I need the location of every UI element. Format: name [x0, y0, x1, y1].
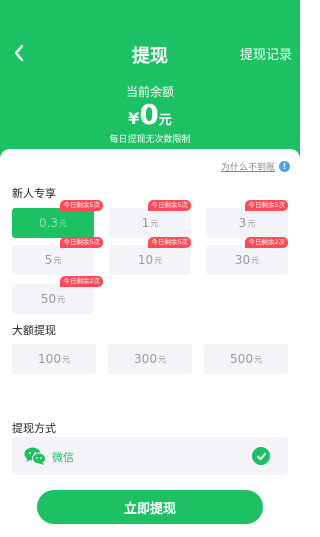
amount-option-3[interactable]: 3元: [206, 208, 288, 238]
amount-value: 100: [38, 352, 61, 366]
payment-method-wechat[interactable]: 微信: [12, 437, 288, 475]
amount-option-300[interactable]: 300 元: [108, 344, 192, 374]
amount-unit: 元: [157, 354, 166, 364]
amount-value: 50: [40, 292, 57, 306]
amount-option-0-3[interactable]: 0.3 元: [12, 208, 94, 238]
newbie-section-title: 新人专享: [12, 187, 56, 200]
remaining-badge: 今日剩余2次: [60, 276, 103, 287]
amount-unit: 元: [251, 255, 260, 265]
currency-symbol: ¥: [128, 109, 140, 128]
amount-unit: 元: [150, 218, 159, 228]
amount-unit: 元: [57, 294, 66, 304]
checkmark-icon: [252, 447, 270, 465]
amount-unit: 元: [59, 218, 68, 228]
withdraw-now-button[interactable]: 立即提现: [37, 490, 263, 524]
balance-value: 0: [139, 98, 159, 131]
exclamation-icon: !: [279, 161, 290, 172]
back-button[interactable]: [8, 40, 30, 66]
amount-value: 0.3: [38, 216, 59, 230]
balance-amount: ¥0元: [0, 98, 300, 131]
large-section-title: 大额提现: [12, 324, 56, 337]
amount-option-100[interactable]: 100 元: [12, 344, 96, 374]
remaining-badge: 今日剩余5次: [60, 200, 103, 211]
amount-unit: 元: [53, 255, 62, 265]
remaining-badge: 今日剩余5次: [148, 237, 191, 248]
amount-option-500[interactable]: 500 元: [204, 344, 288, 374]
payment-method-label: 微信: [52, 451, 74, 464]
help-link[interactable]: 为什么不到账 !: [221, 160, 290, 173]
amount-value: 300: [134, 352, 157, 366]
help-link-label: 为什么不到账: [220, 163, 275, 173]
amount-unit: 元: [154, 255, 163, 265]
amount-unit: 元: [253, 354, 262, 364]
amount-option-10[interactable]: 10 元: [109, 245, 191, 275]
amount-option-30[interactable]: 30 元: [206, 245, 288, 275]
amount-value: 5: [44, 253, 53, 267]
amount-value: 500: [230, 352, 253, 366]
amount-option-50[interactable]: 50 元: [12, 284, 94, 314]
amount-option-1[interactable]: 1元: [109, 208, 191, 238]
remaining-badge: 今日剩余5次: [60, 237, 103, 248]
amount-value: 10: [137, 253, 154, 267]
amount-value: 3: [238, 216, 247, 230]
balance-unit: 元: [158, 113, 172, 128]
chevron-left-icon: [14, 44, 24, 62]
withdraw-records-link[interactable]: 提现记录: [240, 44, 292, 63]
remaining-badge: 今日剩余5次: [148, 200, 191, 211]
remaining-badge: 今日剩余5次: [245, 200, 288, 211]
amount-unit: 元: [247, 218, 256, 228]
remaining-badge: 今日剩余2次: [245, 237, 288, 248]
amount-option-5[interactable]: 5元: [12, 245, 94, 275]
amount-unit: 元: [61, 354, 70, 364]
wechat-icon: [24, 447, 46, 465]
amount-value: 30: [234, 253, 251, 267]
amount-value: 1: [141, 216, 150, 230]
daily-limit-note: 每日提现无次数限制: [109, 135, 191, 145]
method-section-title: 提现方式: [12, 422, 56, 435]
